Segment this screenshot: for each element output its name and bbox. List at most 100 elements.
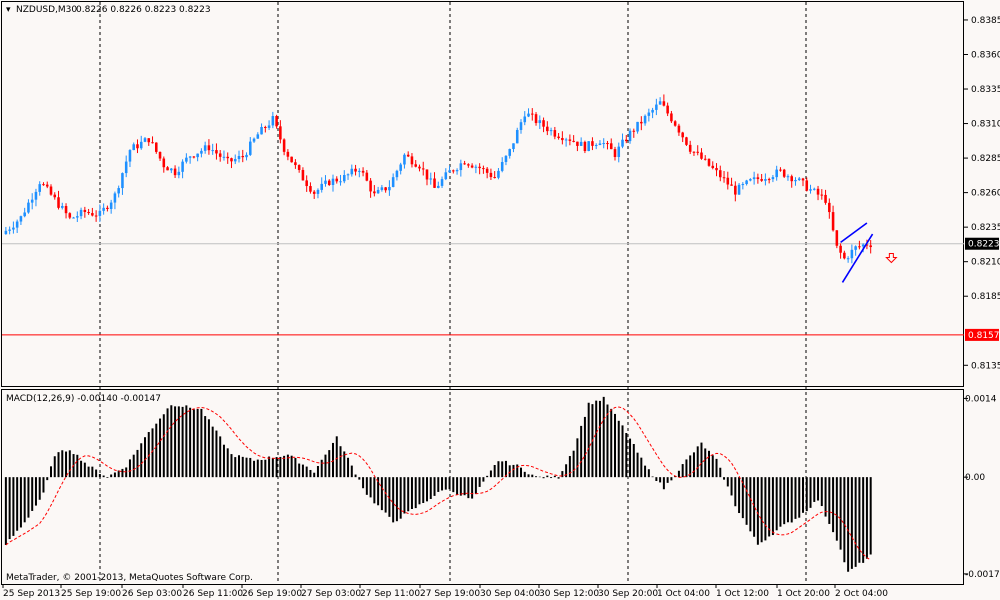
candle-body xyxy=(700,152,703,159)
candle-body xyxy=(87,211,90,214)
candle-body xyxy=(271,116,275,126)
candle-body xyxy=(519,122,523,130)
chart-canvas[interactable]: 0.8385 0.8360 0.8335 0.8310 0.8285 0.8260 0.82… xyxy=(0,0,1000,600)
candle-body xyxy=(493,177,496,179)
candle-body xyxy=(553,130,557,137)
candle-body xyxy=(395,170,399,178)
candle-body xyxy=(485,168,489,173)
candle-body xyxy=(752,177,756,180)
candle-body xyxy=(568,139,572,141)
macd-tick-label: 0.0014 xyxy=(965,394,997,404)
candle-body xyxy=(425,169,429,180)
candle-body xyxy=(643,115,647,124)
candle-body xyxy=(549,130,553,132)
price-tick-label: 0.8385 xyxy=(971,16,1000,26)
candle-body xyxy=(598,143,602,146)
candle-body xyxy=(470,165,474,168)
candle-body xyxy=(117,188,120,194)
candle-body xyxy=(640,121,643,124)
candle-body xyxy=(177,171,181,176)
candle-body xyxy=(775,169,778,178)
candle-body xyxy=(572,140,575,142)
candle-body xyxy=(613,149,617,158)
candle-body xyxy=(45,184,49,187)
candle-body xyxy=(591,141,594,146)
candle-body xyxy=(564,139,568,141)
candle-body xyxy=(282,139,286,152)
candle-body xyxy=(275,116,278,127)
candle-body xyxy=(478,166,481,169)
candle-body xyxy=(455,170,459,172)
candle-body xyxy=(222,156,226,158)
candle-body xyxy=(91,213,94,216)
candle-body xyxy=(617,146,621,158)
candle-body xyxy=(677,125,681,133)
price-tick-label: 0.8285 xyxy=(971,154,1000,164)
candle-body xyxy=(843,252,846,259)
candle-body xyxy=(463,163,466,165)
candle-body xyxy=(662,101,666,106)
trading-chart-window[interactable]: 0.8385 0.8360 0.8335 0.8310 0.8285 0.8260 0.82… xyxy=(0,0,1000,600)
candle-body xyxy=(846,258,850,260)
candle-body xyxy=(557,136,560,138)
time-tick-label: 2 Oct 04:00 xyxy=(835,589,888,599)
candle-body xyxy=(42,184,45,186)
time-tick-label: 30 Sep 12:00 xyxy=(539,589,599,599)
candle-body xyxy=(482,168,485,170)
time-tick-label: 1 Oct 20:00 xyxy=(777,589,830,599)
candle-body xyxy=(139,141,143,149)
candle-body xyxy=(459,163,463,171)
candle-body xyxy=(57,197,60,208)
candle-body xyxy=(83,209,87,212)
candle-body xyxy=(824,194,827,203)
candle-body xyxy=(19,216,23,222)
candle-body xyxy=(384,187,387,191)
candle-body xyxy=(429,178,433,180)
candle-body xyxy=(670,113,673,122)
candle-body xyxy=(297,165,301,170)
candle-body xyxy=(249,141,252,155)
candle-body xyxy=(8,229,11,231)
candle-body xyxy=(621,139,624,147)
candle-body xyxy=(124,161,128,174)
candle-body xyxy=(790,176,793,182)
candle-body xyxy=(737,184,741,195)
candle-body xyxy=(771,177,775,180)
candle-body xyxy=(12,227,15,230)
candle-body xyxy=(158,151,162,159)
price-tick-label: 0.8235 xyxy=(971,223,1000,233)
candle-body xyxy=(414,164,417,167)
time-tick-label: 27 Sep 11:00 xyxy=(360,589,420,599)
candle-body xyxy=(703,158,707,160)
candle-body xyxy=(203,145,207,151)
candle-body xyxy=(279,126,282,140)
candle-body xyxy=(260,126,263,135)
candle-body xyxy=(53,194,57,198)
candle-body xyxy=(128,150,132,162)
candle-body xyxy=(828,202,831,213)
candle-body xyxy=(391,177,395,187)
candle-body xyxy=(609,143,613,150)
candle-body xyxy=(121,173,124,189)
candle-body xyxy=(170,168,173,171)
candle-body xyxy=(27,202,30,213)
candle-body xyxy=(523,116,527,123)
candle-body xyxy=(264,126,267,128)
candle-body xyxy=(418,166,421,169)
candle-body xyxy=(350,168,354,175)
candle-body xyxy=(256,134,260,139)
symbol-timeframe: NZDUSD,M30 xyxy=(16,5,77,15)
candle-body xyxy=(816,188,820,195)
candle-body xyxy=(726,177,730,185)
candle-body xyxy=(312,191,316,194)
candle-body xyxy=(369,180,372,192)
red-level-label: 0.8157 xyxy=(968,331,1000,341)
candle-body xyxy=(767,179,771,181)
candle-body xyxy=(49,186,53,195)
candle-body xyxy=(132,144,135,151)
candle-body xyxy=(30,199,34,203)
candle-body xyxy=(94,215,98,217)
candle-body xyxy=(606,143,609,145)
candle-body xyxy=(546,126,549,132)
candle-body xyxy=(655,104,658,110)
